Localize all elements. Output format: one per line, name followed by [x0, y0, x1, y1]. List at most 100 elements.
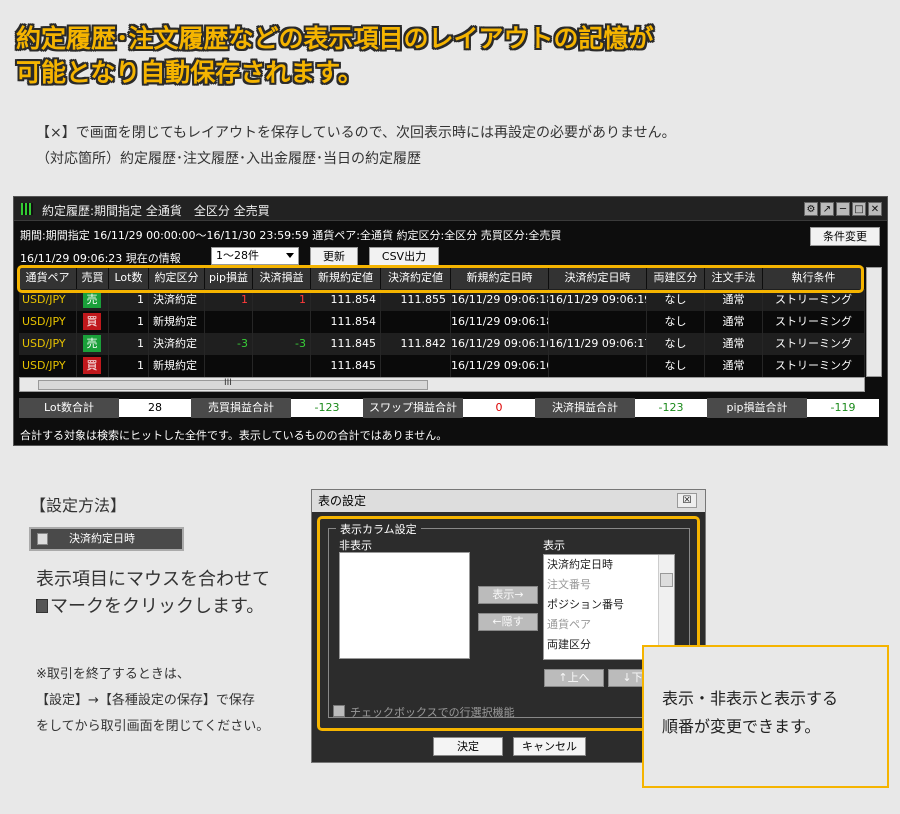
ok-button[interactable]: 決定 [433, 737, 503, 756]
pip-total-value: -119 [807, 399, 879, 417]
open-rate-cell: 111.845 [311, 333, 381, 355]
minimize-icon[interactable]: ─ [836, 202, 850, 216]
description-line-1: 【×】で画面を閉じてもレイアウトを保存しているので、次回表示時には再設定の必要が… [36, 125, 676, 141]
callout-line-1: 表示・非表示と表示する [662, 689, 839, 708]
lot-cell: 1 [109, 311, 149, 333]
open-datetime-cell: 16/11/29 09:06:18 [451, 311, 549, 333]
condition-cell: ストリーミング [763, 311, 865, 333]
close-icon[interactable]: ☒ [677, 493, 697, 508]
horizontal-scrollbar[interactable]: III [19, 377, 865, 392]
caution-line-1: ※取引を終了するときは、 [36, 667, 190, 682]
hedge-cell: なし [647, 333, 705, 355]
totals-note: 合計する対象は検索にヒットした全件です。表示しているものの合計ではありません。 [20, 429, 448, 442]
pair-cell: USD/JPY [19, 355, 77, 377]
pip-cell [205, 355, 253, 377]
scroll-grip: III [224, 378, 232, 388]
lot-cell: 1 [109, 333, 149, 355]
csv-export-button[interactable]: CSV出力 [369, 247, 439, 266]
close-rate-cell [381, 355, 451, 377]
lot-total-label: Lot数合計 [19, 398, 119, 418]
callout-line-2: 順番が変更できます。 [662, 717, 821, 736]
range-select[interactable]: 1～28件 [211, 247, 299, 265]
table-row[interactable]: USD/JPY 売 1 決済約定 -3 -3 111.845 111.842 1… [19, 333, 865, 355]
pair-cell: USD/JPY [19, 311, 77, 333]
column-header-example-label: 決済約定日時 [69, 532, 135, 545]
swap-total-value: 0 [463, 399, 535, 417]
method-cell: 通常 [705, 333, 763, 355]
dialog-title: 表の設定 [318, 494, 367, 508]
headline-line-1: 約定履歴･注文履歴などの表示項目のレイアウトの記憶が [16, 24, 654, 53]
pl-cell [253, 311, 311, 333]
lot-total-value: 28 [119, 399, 191, 417]
scrollbar-thumb[interactable]: III [38, 378, 428, 390]
trade-pl-total-value: -123 [291, 399, 363, 417]
lot-cell: 1 [109, 355, 149, 377]
setup-hint: 表示項目にマウスを合わせて マークをクリックします。 [36, 566, 270, 620]
buy-badge: 買 [83, 357, 101, 374]
open-rate-cell: 111.854 [311, 311, 381, 333]
headline-line-2: 可能となり自動保存されます。 [16, 58, 363, 87]
vertical-scrollbar[interactable] [866, 267, 882, 377]
type-cell: 新規約定 [149, 311, 205, 333]
trade-pl-total-label: 売買損益合計 [191, 398, 291, 418]
window-title: 約定履歴:期間指定 全通貨 全区分 全売買 [42, 204, 270, 218]
setup-title: 【設定方法】 [30, 496, 127, 515]
sell-badge: 売 [83, 335, 101, 352]
hint-line-2: マークをクリックします。 [50, 596, 265, 617]
totals-bar: Lot数合計 28 売買損益合計 -123 スワップ損益合計 0 決済損益合計 … [19, 398, 885, 418]
header-highlight-frame [17, 265, 864, 293]
maximize-icon[interactable]: □ [852, 202, 866, 216]
pip-total-label: pip損益合計 [707, 398, 807, 418]
gear-icon[interactable]: ⚙ [804, 202, 818, 216]
open-datetime-cell: 16/11/29 09:06:16 [451, 333, 549, 355]
table-row[interactable]: USD/JPY 買 1 新規約定 111.845 16/11/29 09:06:… [19, 355, 865, 377]
hedge-cell: なし [647, 355, 705, 377]
window-titlebar[interactable]: 約定履歴:期間指定 全通貨 全区分 全売買 ⚙ ↗ ─ □ ✕ [14, 197, 887, 221]
method-cell: 通常 [705, 311, 763, 333]
open-datetime-cell: 16/11/29 09:06:16 [451, 355, 549, 377]
pip-cell [205, 311, 253, 333]
caution-note: ※取引を終了するときは、 【設定】→【各種設定の保存】で保存 をしてから取引画面… [36, 662, 269, 740]
close-datetime-cell [549, 355, 647, 377]
callout-box: 表示・非表示と表示する 順番が変更できます。 [642, 645, 889, 788]
pl-cell: -3 [253, 333, 311, 355]
table-row[interactable]: USD/JPY 買 1 新規約定 111.854 16/11/29 09:06:… [19, 311, 865, 333]
close-rate-cell: 111.842 [381, 333, 451, 355]
buy-badge: 買 [83, 313, 101, 330]
pair-cell: USD/JPY [19, 333, 77, 355]
description: 【×】で画面を閉じてもレイアウトを保存しているので、次回表示時には再設定の必要が… [36, 120, 676, 172]
change-conditions-button[interactable]: 条件変更 [810, 227, 880, 246]
condition-cell: ストリーミング [763, 333, 865, 355]
range-select-value: 1～28件 [216, 249, 259, 262]
method-cell: 通常 [705, 355, 763, 377]
dialog-titlebar[interactable]: 表の設定 ☒ [312, 490, 705, 512]
filter-conditions: 期間:期間指定 16/11/29 00:00:00～16/11/30 23:59… [20, 229, 562, 242]
swap-total-label: スワップ損益合計 [363, 398, 463, 418]
settle-pl-total-value: -123 [635, 399, 707, 417]
cancel-button[interactable]: キャンセル [513, 737, 586, 756]
type-cell: 新規約定 [149, 355, 205, 377]
pl-cell [253, 355, 311, 377]
caution-line-3: をしてから取引画面を閉じてください。 [36, 719, 270, 734]
popout-icon[interactable]: ↗ [820, 202, 834, 216]
sell-badge: 売 [83, 291, 101, 308]
settle-pl-total-label: 決済損益合計 [535, 398, 635, 418]
hedge-cell: なし [647, 311, 705, 333]
headline: 約定履歴･注文履歴などの表示項目のレイアウトの記憶が 可能となり自動保存されます… [16, 22, 856, 90]
close-icon[interactable]: ✕ [868, 202, 882, 216]
column-header-example: 決済約定日時 [29, 527, 184, 551]
update-button[interactable]: 更新 [310, 247, 358, 266]
hint-line-1: 表示項目にマウスを合わせて [36, 569, 270, 590]
close-rate-cell [381, 311, 451, 333]
caution-line-2: 【設定】→【各種設定の保存】で保存 [36, 693, 255, 708]
info-timestamp: 16/11/29 09:06:23 現在の情報 [20, 252, 181, 265]
close-datetime-cell [549, 311, 647, 333]
column-settings-icon[interactable] [37, 533, 48, 545]
trade-history-window: 約定履歴:期間指定 全通貨 全区分 全売買 ⚙ ↗ ─ □ ✕ 期間:期間指定 … [13, 196, 888, 446]
pip-cell: -3 [205, 333, 253, 355]
chevron-down-icon [286, 253, 294, 258]
description-line-2: （対応箇所）約定履歴･注文履歴･入出金履歴･当日の約定履歴 [36, 151, 421, 167]
open-rate-cell: 111.845 [311, 355, 381, 377]
column-settings-icon [36, 599, 48, 613]
condition-cell: ストリーミング [763, 355, 865, 377]
